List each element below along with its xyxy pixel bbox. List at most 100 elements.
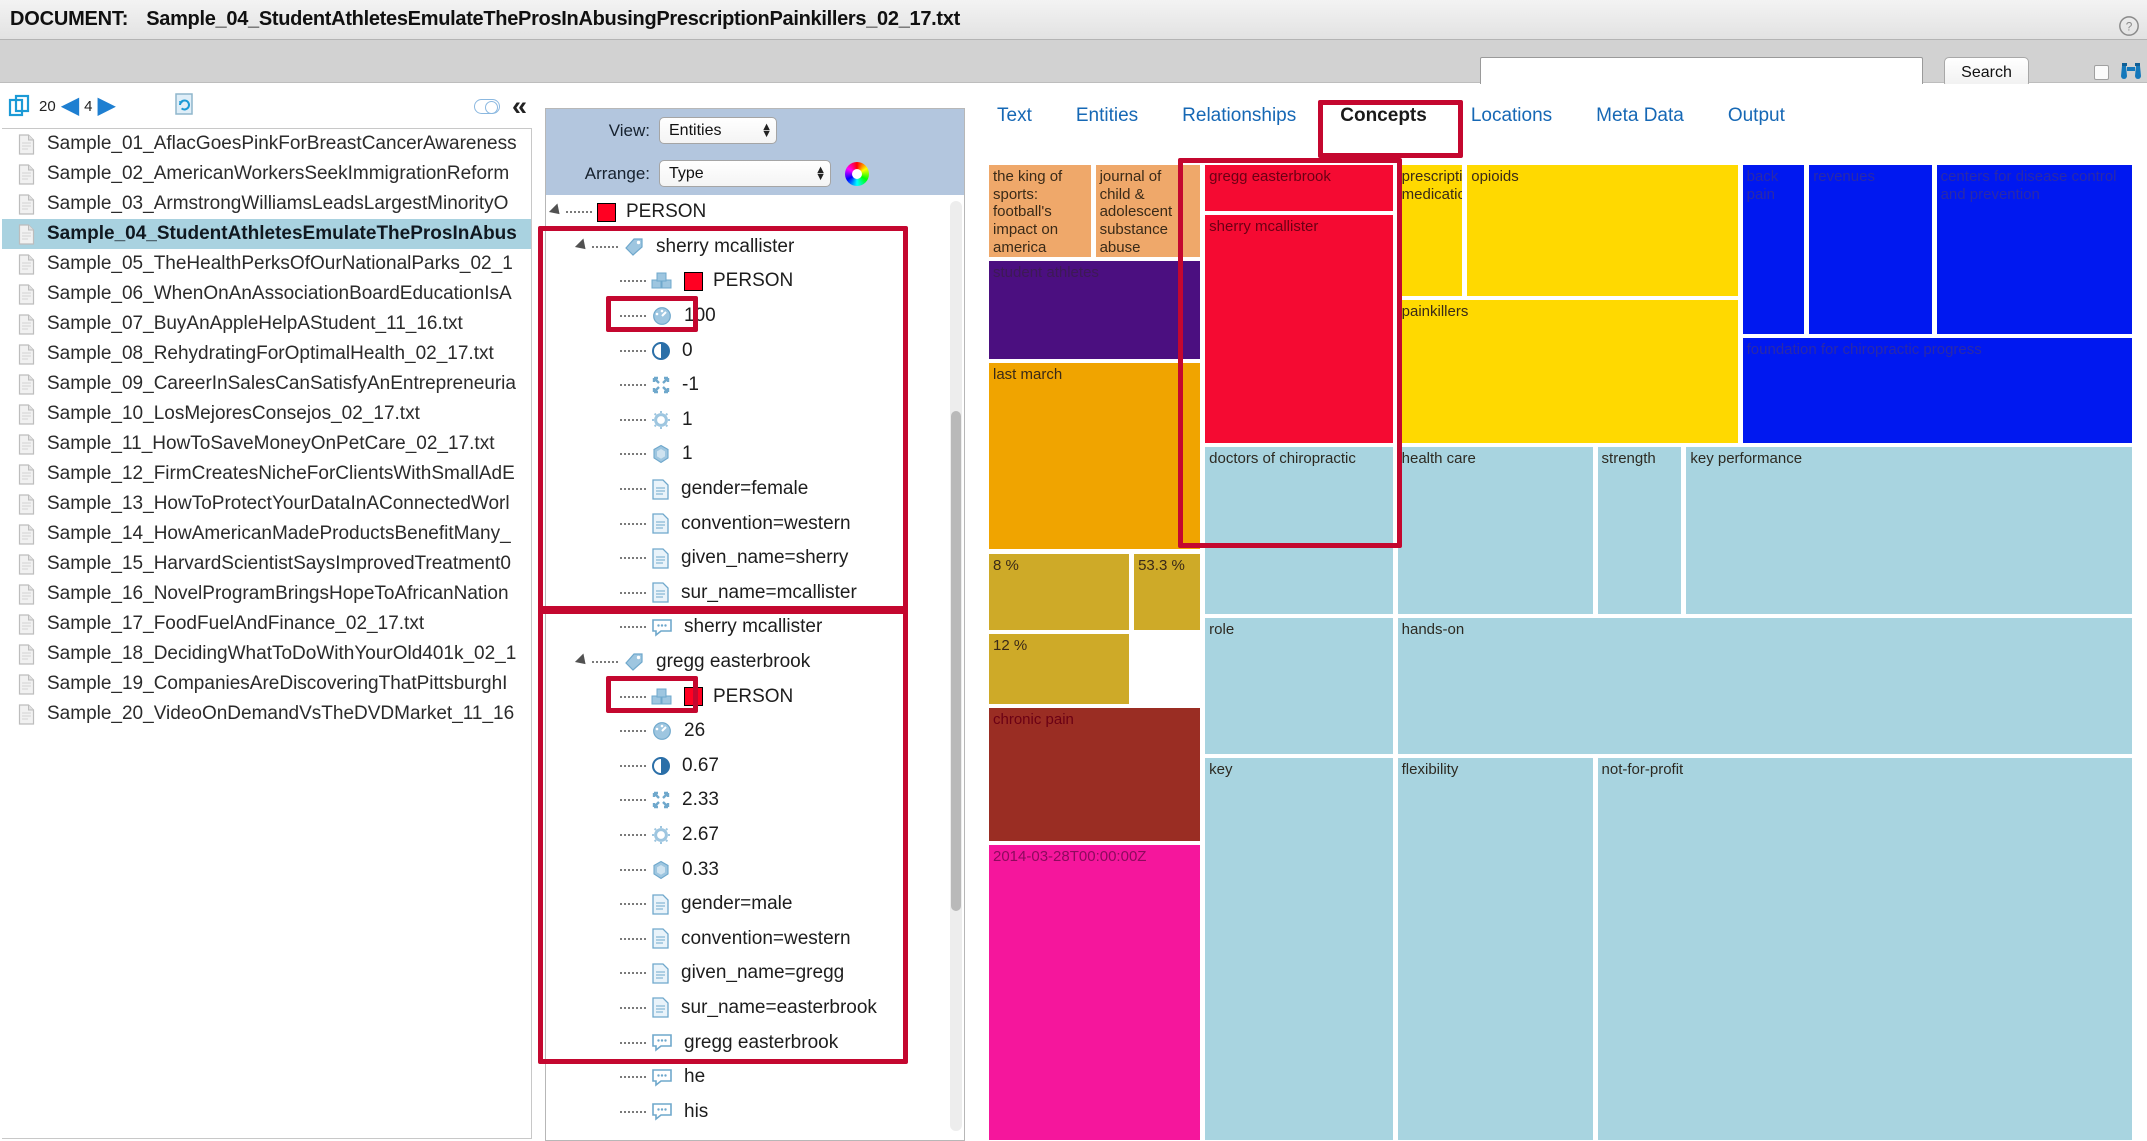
tree-attribute-node[interactable]: gregg easterbrook (546, 1025, 951, 1060)
document-list-item[interactable]: Sample_16_NovelProgramBringsHopeToAfrica… (2, 579, 531, 609)
treemap-cell[interactable]: strength (1597, 446, 1683, 615)
document-list-item[interactable]: Sample_12_FirmCreatesNicheForClientsWith… (2, 459, 531, 489)
tree-attribute-node[interactable]: gender=female (546, 472, 951, 507)
treemap-cell[interactable]: key (1204, 757, 1394, 1141)
tab-text[interactable]: Text (975, 94, 1054, 138)
treemap-cell[interactable]: role (1204, 617, 1394, 755)
tab-output[interactable]: Output (1706, 94, 1807, 138)
tree-attribute-node[interactable]: -1 (546, 368, 951, 403)
arrange-select[interactable]: Type ▲▼ (659, 160, 831, 187)
treemap-cell[interactable]: key performance (1685, 446, 2132, 615)
treemap-cell[interactable]: chronic pain (988, 707, 1201, 842)
previous-page-icon[interactable]: ◀ (61, 94, 79, 118)
tree-attribute-node[interactable]: sur_name=easterbrook (546, 991, 951, 1026)
document-list-item[interactable]: Sample_14_HowAmericanMadeProductsBenefit… (2, 519, 531, 549)
color-wheel-icon[interactable] (845, 162, 869, 186)
copy-documents-icon[interactable] (8, 94, 32, 118)
treemap-cell[interactable]: flexibility (1397, 757, 1594, 1141)
tree-attribute-node[interactable]: 2.33 (546, 783, 951, 818)
document-list-item[interactable]: Sample_19_CompaniesAreDiscoveringThatPit… (2, 669, 531, 699)
document-list-item[interactable]: Sample_20_VideoOnDemandVsTheDVDMarket_11… (2, 699, 531, 729)
tree-scrollbar-thumb[interactable] (951, 411, 961, 911)
tab-bar[interactable]: TextEntitiesRelationshipsConceptsLocatio… (975, 92, 2147, 140)
entity-tree[interactable]: PERSONsherry mcallisterPERSON1000-111gen… (546, 195, 951, 1140)
tree-attribute-node[interactable]: he (546, 1060, 951, 1095)
next-page-icon[interactable]: ▶ (98, 94, 116, 118)
help-circle-icon[interactable]: ? (2118, 15, 2140, 37)
tree-attribute-node[interactable]: sherry mcallister (546, 610, 951, 645)
document-list-item[interactable]: Sample_02_AmericanWorkersSeekImmigration… (2, 159, 531, 189)
treemap-cell[interactable]: not-for-profit (1597, 757, 2133, 1141)
tab-relationships[interactable]: Relationships (1160, 94, 1318, 138)
tree-attribute-node[interactable]: 0 (546, 333, 951, 368)
treemap-cell[interactable]: revenues (1808, 164, 1932, 335)
double-chevron-left-icon[interactable]: « (512, 93, 523, 120)
treemap-cell[interactable]: sherry mcallister (1204, 214, 1394, 445)
document-list-item[interactable]: Sample_15_HarvardScientistSaysImprovedTr… (2, 549, 531, 579)
binoculars-icon[interactable] (2118, 58, 2144, 84)
tree-attribute-node[interactable]: given_name=sherry (546, 541, 951, 576)
toggle-switch-icon[interactable] (474, 99, 500, 114)
tree-attribute-node[interactable]: his (546, 1094, 951, 1129)
document-list-item[interactable]: Sample_13_HowToProtectYourDataInAConnect… (2, 489, 531, 519)
document-list-item[interactable]: Sample_01_AflacGoesPinkForBreastCancerAw… (2, 129, 531, 159)
treemap-cell[interactable]: painkillers (1397, 299, 1739, 445)
treemap-cell[interactable]: back pain (1742, 164, 1806, 335)
treemap-cell[interactable]: student athletes (988, 260, 1201, 361)
treemap-cell[interactable]: the king of sports: football's impact on… (988, 164, 1092, 258)
tree-attribute-node[interactable]: given_name=gregg (546, 956, 951, 991)
view-select[interactable]: Entities ▲▼ (659, 117, 777, 144)
expand-arrow-icon[interactable] (575, 238, 592, 255)
tree-attribute-node[interactable]: sur_name=mcallister (546, 576, 951, 611)
treemap-cell[interactable]: opioids (1466, 164, 1738, 297)
tree-root-person[interactable]: PERSON (546, 195, 951, 230)
treemap-cell[interactable]: gregg easterbrook (1204, 164, 1394, 212)
document-list-item[interactable]: Sample_10_LosMejoresConsejos_02_17.txt (2, 399, 531, 429)
tab-meta-data[interactable]: Meta Data (1574, 94, 1706, 138)
treemap-cell[interactable]: health care (1397, 446, 1594, 615)
tree-attribute-node[interactable]: convention=western (546, 921, 951, 956)
document-list-item[interactable]: Sample_06_WhenOnAnAssociationBoardEducat… (2, 279, 531, 309)
treemap-cell[interactable]: 8 % (988, 553, 1130, 631)
tree-scrollbar[interactable] (950, 201, 962, 1131)
tree-entity-node[interactable]: gregg easterbrook (546, 645, 951, 680)
tree-attribute-node[interactable]: gender=male (546, 887, 951, 922)
tree-attribute-node[interactable]: 2.67 (546, 818, 951, 853)
tab-entities[interactable]: Entities (1054, 94, 1160, 138)
tree-attribute-node[interactable]: 0.33 (546, 852, 951, 887)
document-list-item[interactable]: Sample_17_FoodFuelAndFinance_02_17.txt (2, 609, 531, 639)
refresh-document-icon[interactable] (173, 92, 195, 121)
document-list-item[interactable]: Sample_18_DecidingWhatToDoWithYourOld401… (2, 639, 531, 669)
treemap-cell[interactable]: hands-on (1397, 617, 2133, 755)
treemap-cell[interactable]: foundation for chiropractic progress (1742, 337, 2133, 444)
document-list[interactable]: Sample_01_AflacGoesPinkForBreastCancerAw… (2, 128, 532, 1139)
treemap-cell[interactable]: last march (988, 362, 1201, 550)
tree-attribute-node[interactable]: 0.67 (546, 749, 951, 784)
tree-attribute-node[interactable]: convention=western (546, 506, 951, 541)
document-list-item[interactable]: Sample_08_RehydratingForOptimalHealth_02… (2, 339, 531, 369)
document-list-item[interactable]: Sample_11_HowToSaveMoneyOnPetCare_02_17.… (2, 429, 531, 459)
document-list-item[interactable]: Sample_09_CareerInSalesCanSatisfyAnEntre… (2, 369, 531, 399)
treemap-cell[interactable]: 2014-03-28T00:00:00Z (988, 844, 1201, 1141)
concepts-treemap[interactable]: the king of sports: football's impact on… (988, 164, 2134, 1141)
tab-concepts[interactable]: Concepts (1318, 94, 1449, 138)
treemap-cell[interactable]: doctors of chiropractic (1204, 446, 1394, 615)
tree-entity-node[interactable]: sherry mcallister (546, 230, 951, 265)
treemap-cell[interactable]: journal of child & adolescent substance … (1095, 164, 1202, 258)
document-list-item[interactable]: Sample_05_TheHealthPerksOfOurNationalPar… (2, 249, 531, 279)
document-list-item[interactable]: Sample_03_ArmstrongWilliamsLeadsLargestM… (2, 189, 531, 219)
search-option-checkbox[interactable] (2094, 65, 2109, 80)
treemap-cell[interactable]: 12 % (988, 633, 1130, 705)
document-list-item[interactable]: Sample_04_StudentAthletesEmulateTheProsI… (2, 219, 531, 249)
treemap-cell[interactable]: 53.3 % (1133, 553, 1201, 631)
tree-attribute-node[interactable]: 26 (546, 714, 951, 749)
tree-attribute-node[interactable]: 100 (546, 299, 951, 334)
expand-arrow-icon[interactable] (575, 654, 592, 671)
tab-locations[interactable]: Locations (1449, 94, 1574, 138)
treemap-cell[interactable]: centers for disease control and preventi… (1936, 164, 2133, 335)
tree-attribute-node[interactable]: 1 (546, 403, 951, 438)
treemap-cell[interactable]: prescription medication (1397, 164, 1464, 297)
tree-attribute-node[interactable]: PERSON (546, 264, 951, 299)
tree-attribute-node[interactable]: 1 (546, 437, 951, 472)
document-list-item[interactable]: Sample_07_BuyAnAppleHelpAStudent_11_16.t… (2, 309, 531, 339)
